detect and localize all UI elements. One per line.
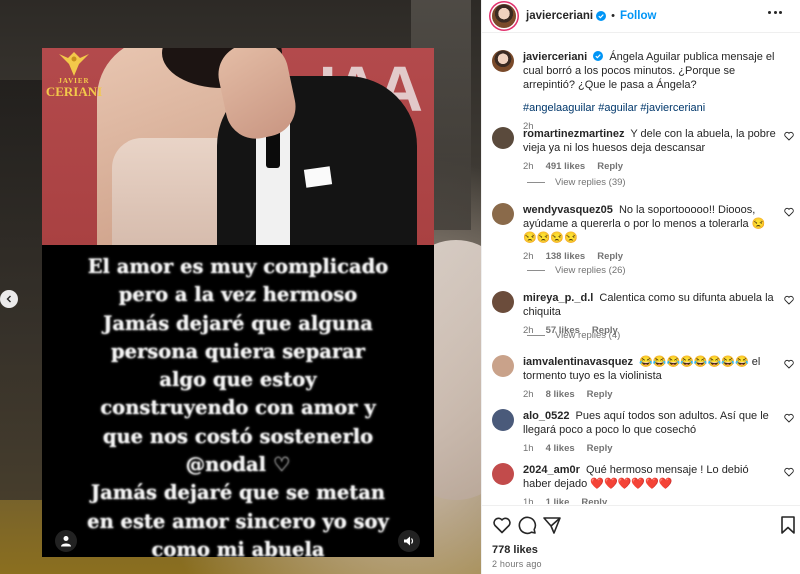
comment-time: 2h: [523, 161, 534, 172]
view-replies[interactable]: View replies (39): [527, 177, 626, 188]
quote-line: construyendo con amor y: [100, 396, 376, 420]
verified-icon: [596, 11, 607, 21]
comment-likes[interactable]: 4 likes: [546, 442, 575, 456]
prev-icon: [6, 295, 11, 303]
bookmark-icon[interactable]: [778, 515, 798, 535]
quote-line: persona quiera separar: [110, 339, 366, 363]
comment-likes[interactable]: 491 likes: [546, 160, 586, 174]
view-replies-label[interactable]: View replies (4): [555, 330, 620, 341]
post-media[interactable]: IAA El amor es muy complicado pero a la …: [0, 0, 481, 574]
heart-icon[interactable]: [784, 359, 794, 369]
avatar[interactable]: [492, 50, 514, 72]
javier-ceriani-logo: JAVIER CERIANI: [46, 50, 102, 110]
comment-item: iamvalentinavasquez 😂😂😂😂😂😂😂😂 el tormento…: [492, 355, 794, 402]
heart-icon[interactable]: [784, 467, 794, 477]
comments-list[interactable]: javierceriani Ángela Aguilar publica men…: [482, 34, 800, 504]
comment-username[interactable]: iamvalentinavasquez: [523, 356, 633, 368]
post-footer: 778 likes 2 hours ago: [482, 505, 800, 574]
action-bar: [492, 515, 795, 537]
story-quote: El amor es muy complicado pero a la vez …: [42, 253, 434, 557]
phoenix-icon: [59, 52, 89, 76]
photo-pocket-square: [303, 166, 333, 188]
view-replies[interactable]: View replies (26): [527, 265, 626, 276]
avatar[interactable]: [492, 291, 514, 313]
likes-count[interactable]: 778 likes: [492, 544, 538, 556]
reply-button[interactable]: Reply: [597, 160, 623, 174]
sound-icon: [404, 536, 414, 546]
reply-button[interactable]: Reply: [597, 250, 623, 264]
comment-username[interactable]: romartinezmartinez: [523, 128, 624, 140]
post-sidebar: javierceriani • Follow javierceriani Áng…: [481, 0, 800, 574]
comment-username[interactable]: mireya_p._d.l: [523, 292, 593, 304]
comment-time: 1h: [523, 497, 534, 504]
post-header: javierceriani • Follow: [482, 0, 800, 33]
heart-icon[interactable]: [784, 295, 794, 305]
comment-item: 2024_am0r Qué hermoso mensaje ! Lo debió…: [492, 463, 794, 504]
comment-icon[interactable]: [517, 515, 537, 535]
quote-line: El amor es muy complicado: [87, 255, 389, 278]
caption-hashtags[interactable]: #angelaaguilar #aguilar #javierceriani: [523, 101, 778, 115]
avatar[interactable]: [492, 355, 514, 377]
comment-time: 1h: [523, 443, 534, 454]
comment-item: wendyvasquez05 No la soportooooo!! Diooo…: [492, 203, 794, 264]
reply-button[interactable]: Reply: [587, 442, 613, 456]
avatar[interactable]: [492, 127, 514, 149]
comment-time: 2h: [523, 251, 534, 262]
avatar[interactable]: [492, 203, 514, 225]
comment-likes[interactable]: 1 like: [546, 496, 570, 504]
quote-line: @nodal ♡: [185, 453, 291, 477]
avatar[interactable]: [492, 4, 516, 28]
more-icon[interactable]: [768, 11, 782, 15]
reply-button[interactable]: Reply: [587, 388, 613, 402]
quote-line: pero a la vez hermoso: [118, 283, 358, 307]
view-replies[interactable]: View replies (4): [527, 330, 620, 341]
logo-text-big: CERIANI: [45, 84, 103, 99]
comment-item: alo_0522 Pues aquí todos son adultos. As…: [492, 409, 794, 456]
caption: javierceriani Ángela Aguilar publica men…: [492, 50, 792, 134]
share-icon[interactable]: [542, 515, 562, 535]
comment-username[interactable]: 2024_am0r: [523, 464, 580, 476]
comment-item: romartinezmartinez Y dele con la abuela,…: [492, 127, 794, 174]
quote-line: algo que estoy: [159, 368, 317, 392]
heart-icon[interactable]: [784, 207, 794, 217]
quote-line: Jamás dejaré que se metan: [90, 481, 386, 505]
reply-button[interactable]: Reply: [581, 496, 607, 504]
comment-username[interactable]: wendyvasquez05: [523, 204, 613, 216]
comment-likes[interactable]: 138 likes: [546, 250, 586, 264]
comment-likes[interactable]: 8 likes: [546, 388, 575, 402]
verified-icon: [593, 51, 604, 61]
heart-icon[interactable]: [492, 515, 512, 535]
heart-icon[interactable]: [784, 413, 794, 423]
header-username[interactable]: javierceriani: [526, 10, 593, 22]
quote-line: como mi abuela: [151, 537, 325, 557]
post-time: 2 hours ago: [492, 559, 542, 569]
avatar[interactable]: [492, 409, 514, 431]
view-replies-label[interactable]: View replies (26): [555, 265, 626, 276]
comment-time: 2h: [523, 389, 534, 400]
avatar[interactable]: [492, 463, 514, 485]
view-replies-label[interactable]: View replies (39): [555, 177, 626, 188]
separator-dot: •: [611, 10, 615, 22]
caption-username[interactable]: javierceriani: [523, 51, 587, 63]
mute-button[interactable]: [398, 530, 420, 552]
comment-username[interactable]: alo_0522: [523, 410, 569, 422]
heart-icon[interactable]: [784, 131, 794, 141]
user-icon: [61, 536, 71, 547]
quote-line: en este amor sincero yo soy: [87, 509, 389, 533]
tagged-users-button[interactable]: [55, 530, 77, 552]
story-screenshot: IAA El amor es muy complicado pero a la …: [42, 48, 434, 557]
previous-slide-button[interactable]: [0, 290, 18, 308]
quote-line: que nos costó sostenerlo: [102, 424, 374, 448]
follow-button[interactable]: Follow: [620, 10, 656, 22]
quote-line: Jamás dejaré que alguna: [103, 311, 373, 335]
